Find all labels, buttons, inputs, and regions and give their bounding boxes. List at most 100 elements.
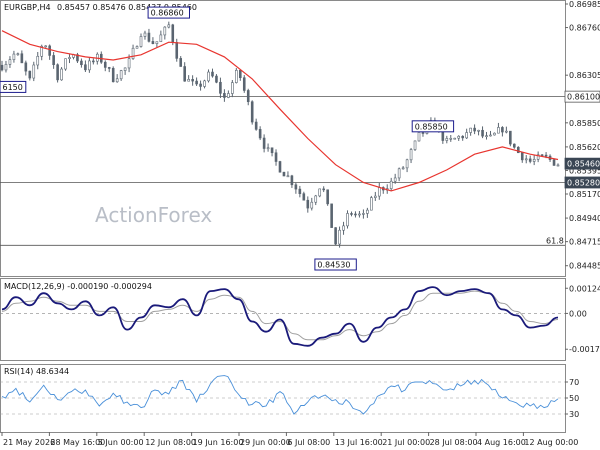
candle-body [179, 58, 183, 67]
candle-body [528, 158, 532, 162]
candle-body [350, 213, 353, 215]
candle-body [489, 134, 492, 137]
time-tick-label: 12 Aug 00:00 [524, 438, 578, 447]
candle-body [4, 64, 8, 71]
candle-body [457, 135, 461, 139]
candle-body [60, 68, 63, 81]
candle-body [290, 175, 294, 186]
time-axis: 21 May 202628 May 16:005 Jun 00:00 12 Jun… [1, 432, 578, 447]
watermark: ActionForex [95, 203, 212, 227]
candle-body [497, 127, 500, 134]
time-tick-label: 28 Jul 08:00 [430, 438, 478, 447]
candle-body [88, 60, 91, 71]
candle-body [366, 209, 369, 214]
candle-body [330, 203, 333, 228]
candle-body [12, 53, 16, 60]
rsi-series [0, 375, 565, 415]
rsi-tick-label: 70 [569, 378, 579, 387]
candle-body [274, 152, 278, 162]
candle-body [413, 140, 417, 150]
macd-tick-label: -0.001767 [569, 345, 600, 354]
candle-body [298, 188, 302, 194]
chart-canvas: ActionForex EURGBP,H4 0.85457 0.85476 0.… [0, 0, 600, 447]
time-tick-label: 4 Aug 16:00 [477, 438, 526, 447]
macd-label: MACD(12,26,9) -0.000190 -0.000294 [4, 282, 152, 291]
candle-body [175, 42, 179, 59]
candle-body [171, 24, 175, 43]
annotation-label: 6150 [3, 83, 23, 92]
candle-body [445, 138, 449, 141]
price-tick-label: 0.85170 [569, 190, 600, 199]
candle-body [44, 45, 47, 48]
candle-body [513, 143, 516, 148]
candle-body [362, 213, 365, 215]
candle-body [68, 57, 71, 59]
candle-body [552, 159, 556, 166]
candle-body [32, 64, 36, 79]
candlestick-series [0, 21, 560, 248]
price-tag-label: 0.85280 [567, 178, 600, 187]
price-tick-label: 0.86760 [569, 24, 600, 33]
main-panel-frame [0, 0, 566, 277]
candle-body [556, 164, 560, 167]
candle-body [389, 180, 393, 189]
candle-body [374, 195, 377, 198]
candle-body [147, 32, 151, 42]
time-tick-label: 5 Jun 00:00 [98, 438, 144, 447]
candle-body [203, 80, 206, 87]
candle-body [322, 188, 325, 191]
candle-body [310, 201, 314, 209]
time-tick-label: 6 Jul 08:00 [287, 438, 330, 447]
annotation-label: 0.85850 [415, 122, 448, 131]
candle-body [409, 149, 413, 161]
candle-body [139, 36, 143, 47]
candle-body [84, 64, 87, 71]
candle-body [354, 213, 357, 216]
candle-body [246, 90, 250, 103]
candle-body [119, 70, 123, 80]
candle-body [477, 129, 480, 132]
candle-body [461, 135, 464, 139]
candle-body [270, 147, 274, 154]
candle-body [187, 79, 190, 82]
candle-body [227, 93, 230, 98]
candle-body [56, 64, 59, 81]
candle-body [219, 81, 222, 94]
candle-body [235, 70, 238, 83]
candle-body [92, 60, 95, 63]
candle-body [191, 79, 194, 82]
candle-body [377, 187, 381, 197]
price-tick-label: 0.84485 [569, 262, 600, 271]
macd-tick-label: 0.00 [569, 309, 587, 318]
candle-body [509, 130, 512, 145]
time-tick-label: 12 Jun 08:00 [145, 438, 196, 447]
price-tick-label: 0.85620 [569, 143, 600, 152]
candle-body [449, 138, 453, 140]
candle-body [159, 34, 163, 43]
fib-level-label: 61.8 [546, 236, 564, 245]
annotation-label: 0.86860 [151, 9, 184, 18]
candle-body [238, 70, 242, 79]
candle-body [8, 59, 12, 65]
candle-body [123, 67, 127, 71]
rsi-panel-frame [0, 364, 566, 433]
candle-body [302, 193, 306, 201]
candle-body [294, 184, 298, 190]
price-tag-label: 0.86100 [567, 93, 600, 102]
candle-body [334, 227, 337, 245]
candle-body [505, 130, 508, 133]
candle-body [48, 45, 51, 56]
candle-body [342, 225, 345, 231]
candle-body [318, 188, 322, 197]
candle-body [370, 197, 373, 211]
candle-body [262, 137, 266, 149]
symbol-label: EURGBP,H4 [4, 3, 51, 12]
rsi-label: RSI(14) 48.6344 [4, 367, 69, 376]
candle-body [163, 26, 167, 36]
candle-body [393, 177, 397, 182]
price-tag-label: 0.85460 [567, 160, 600, 169]
candle-body [417, 132, 421, 142]
candle-body [143, 32, 147, 37]
candle-body [516, 146, 520, 154]
rsi-tick-label: 30 [569, 410, 579, 419]
